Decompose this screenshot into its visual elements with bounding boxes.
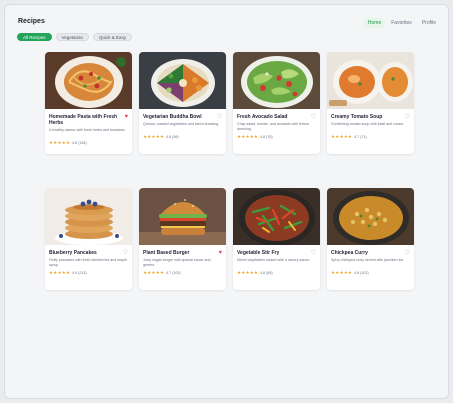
- recipe-title: Blueberry Pancakes: [49, 250, 97, 256]
- star-rating-icon: ★★★★★: [49, 140, 71, 145]
- favorite-outline-heart-icon[interactable]: ♡: [405, 250, 410, 256]
- favorite-outline-heart-icon[interactable]: ♡: [311, 250, 316, 256]
- curry-photo[interactable]: [327, 188, 414, 245]
- tomato-soup-photo[interactable]: [327, 52, 414, 109]
- burger-photo[interactable]: [139, 188, 226, 245]
- recipe-description: Fluffy pancakes with fresh blueberries a…: [49, 258, 128, 267]
- rating-text: 4.8 (76): [260, 135, 273, 139]
- recipe-rating: ★★★★★ 4.6 (98): [143, 134, 222, 140]
- recipe-card[interactable]: Fresh Avocado Salad ♡ Crisp salad, tomat…: [233, 52, 320, 154]
- recipe-rating: ★★★★★ 4.8 (76): [237, 134, 316, 140]
- recipe-card[interactable]: Vegetarian Buddha Bowl ♡ Quinoa, roasted…: [139, 52, 226, 154]
- recipe-card[interactable]: Plant Based Burger ♥ Juicy vegan burger …: [139, 188, 226, 290]
- star-rating-icon: ★★★★★: [331, 134, 353, 139]
- filter-quick-easy[interactable]: Quick & Easy: [93, 33, 133, 41]
- app-window: Recipes Home Favorites Profile All Recip…: [4, 4, 449, 399]
- recipe-rating: ★★★★★ 4.6 (89): [237, 270, 316, 276]
- rating-text: 4.6 (89): [260, 271, 273, 275]
- favorite-heart-icon[interactable]: ♥: [218, 250, 222, 256]
- recipe-title: Creamy Tomato Soup: [331, 114, 383, 120]
- recipe-card[interactable]: Homemade Pasta with Fresh Herbs ♥ A heal…: [45, 52, 132, 154]
- rating-text: 4.7 (71): [354, 135, 367, 139]
- star-rating-icon: ★★★★★: [237, 270, 259, 275]
- recipe-card[interactable]: Vegetable Stir Fry ♡ Mixed vegetables to…: [233, 188, 320, 290]
- star-rating-icon: ★★★★★: [49, 270, 71, 275]
- recipe-rating: ★★★★★ 4.7 (71): [331, 134, 410, 140]
- favorite-outline-heart-icon[interactable]: ♡: [217, 114, 222, 120]
- favorite-outline-heart-icon[interactable]: ♡: [405, 114, 410, 120]
- pancakes-photo[interactable]: [45, 188, 132, 245]
- recipe-description: Juicy vegan burger with special sauce an…: [143, 258, 211, 267]
- recipe-description: A healthy classic with fresh herbs and t…: [49, 128, 126, 132]
- recipe-title: Homemade Pasta with Fresh Herbs: [49, 114, 118, 126]
- recipe-description: Spicy chickpea curry served with jasmine…: [331, 258, 405, 262]
- recipe-card[interactable]: Chickpea Curry ♡ Spicy chickpea curry se…: [327, 188, 414, 290]
- rating-text: 4.6 (98): [166, 135, 179, 139]
- app-title: Recipes: [18, 18, 45, 25]
- rating-text: 4.8 (128): [72, 141, 87, 145]
- recipe-rating: ★★★★★ 4.8 (102): [331, 270, 410, 276]
- stir-fry-photo[interactable]: [233, 188, 320, 245]
- recipe-title: Plant Based Burger: [143, 250, 190, 256]
- avocado-salad-photo[interactable]: [233, 52, 320, 109]
- star-rating-icon: ★★★★★: [143, 134, 165, 139]
- recipe-card[interactable]: Creamy Tomato Soup ♡ Comforting tomato s…: [327, 52, 414, 154]
- rating-text: 4.7 (103): [166, 271, 181, 275]
- pasta-photo[interactable]: [45, 52, 132, 109]
- rating-text: 4.9 (213): [72, 271, 87, 275]
- recipe-title: Fresh Avocado Salad: [237, 114, 288, 120]
- recipe-title: Vegetable Stir Fry: [237, 250, 280, 256]
- filter-vegetarian[interactable]: Vegetarian: [55, 33, 90, 41]
- recipe-rating: ★★★★★ 4.9 (213): [49, 270, 128, 276]
- nav-home[interactable]: Home: [363, 18, 386, 28]
- favorite-heart-icon[interactable]: ♥: [124, 114, 128, 120]
- top-nav: Home Favorites Profile: [363, 18, 440, 28]
- buddha-bowl-photo[interactable]: [139, 52, 226, 109]
- recipe-description: Crisp salad, tomato, and avocado with le…: [237, 122, 309, 131]
- favorite-outline-heart-icon[interactable]: ♡: [123, 250, 128, 256]
- filter-all-recipes[interactable]: All Recipes: [17, 33, 52, 41]
- star-rating-icon: ★★★★★: [143, 270, 165, 275]
- recipe-description: Comforting tomato soup with basil and cr…: [331, 122, 405, 126]
- recipe-title: Chickpea Curry: [331, 250, 368, 256]
- favorite-outline-heart-icon[interactable]: ♡: [311, 114, 316, 120]
- star-rating-icon: ★★★★★: [331, 270, 353, 275]
- recipe-rating: ★★★★★ 4.7 (103): [143, 270, 222, 276]
- recipe-title: Vegetarian Buddha Bowl: [143, 114, 202, 120]
- recipe-card[interactable]: Blueberry Pancakes ♡ Fluffy pancakes wit…: [45, 188, 132, 290]
- nav-profile[interactable]: Profile: [418, 18, 440, 28]
- recipe-description: Mixed vegetables tossed with a savory sa…: [237, 258, 311, 262]
- recipe-description: Quinoa, roasted vegetables and tahini dr…: [143, 122, 220, 126]
- recipe-grid: Homemade Pasta with Fresh Herbs ♥ A heal…: [45, 52, 414, 294]
- recipe-rating: ★★★★★ 4.8 (128): [49, 140, 128, 146]
- filter-chips: All Recipes Vegetarian Quick & Easy: [17, 33, 133, 41]
- rating-text: 4.8 (102): [354, 271, 369, 275]
- nav-favorites[interactable]: Favorites: [387, 18, 416, 28]
- star-rating-icon: ★★★★★: [237, 134, 259, 139]
